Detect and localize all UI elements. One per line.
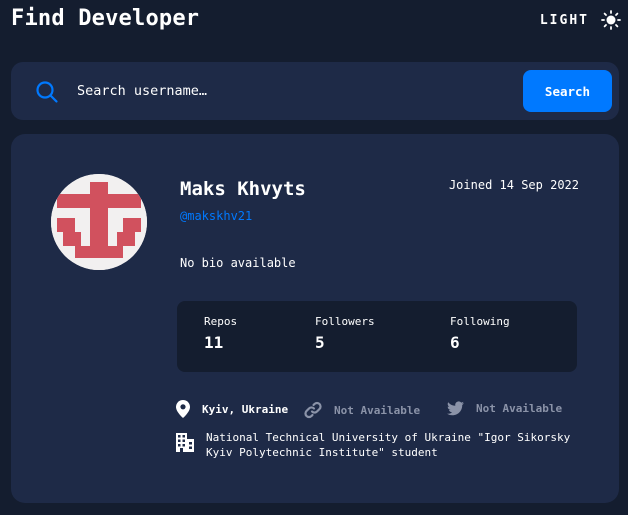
stat-repos: Repos 11 bbox=[204, 315, 237, 352]
twitter-text[interactable]: Not Available bbox=[476, 402, 562, 415]
stats-panel: Repos 11 Followers 5 Following 6 bbox=[177, 301, 577, 372]
search-input[interactable] bbox=[77, 77, 497, 105]
profile-card: Maks Khvyts @makskhv21 Joined 14 Sep 202… bbox=[11, 134, 619, 503]
stat-value: 5 bbox=[315, 333, 325, 352]
search-bar: Search bbox=[11, 62, 619, 120]
blog-text[interactable]: Not Available bbox=[334, 404, 420, 417]
stat-value: 6 bbox=[450, 333, 460, 352]
avatar bbox=[51, 174, 147, 270]
link-icon bbox=[304, 401, 322, 419]
theme-toggle[interactable]: LIGHT bbox=[540, 10, 621, 30]
location-pin-icon bbox=[176, 400, 190, 418]
twitter-item: Not Available bbox=[447, 401, 562, 416]
stat-followers: Followers 5 bbox=[315, 315, 375, 352]
user-name: Maks Khvyts bbox=[180, 178, 306, 200]
user-bio: No bio available bbox=[180, 256, 296, 270]
twitter-icon bbox=[447, 401, 464, 416]
stat-label: Following bbox=[450, 315, 510, 328]
search-button[interactable]: Search bbox=[523, 70, 612, 112]
stat-label: Followers bbox=[315, 315, 375, 328]
stat-label: Repos bbox=[204, 315, 238, 328]
company-line-2: Kyiv Polytechnic Institute" student bbox=[206, 446, 438, 459]
company-text: National Technical University of Ukraine… bbox=[206, 430, 570, 460]
app-title: Find Developer bbox=[11, 6, 200, 31]
stat-value: 11 bbox=[204, 333, 224, 352]
sun-icon bbox=[601, 10, 621, 30]
stat-following: Following 6 bbox=[450, 315, 510, 352]
location-text: Kyiv, Ukraine bbox=[202, 402, 289, 416]
header: Find Developer LIGHT bbox=[11, 4, 621, 34]
search-icon bbox=[36, 81, 58, 103]
theme-toggle-label: LIGHT bbox=[539, 12, 589, 28]
company-line-1: National Technical University of Ukraine… bbox=[206, 431, 571, 444]
building-icon bbox=[176, 433, 194, 452]
joined-date: Joined 14 Sep 2022 bbox=[448, 178, 579, 192]
company-item: National Technical University of Ukraine… bbox=[176, 430, 570, 460]
user-login-link[interactable]: @makskhv21 bbox=[180, 209, 252, 223]
avatar-identicon bbox=[51, 174, 147, 270]
location-item: Kyiv, Ukraine bbox=[176, 400, 288, 418]
blog-item: Not Available bbox=[304, 401, 420, 419]
